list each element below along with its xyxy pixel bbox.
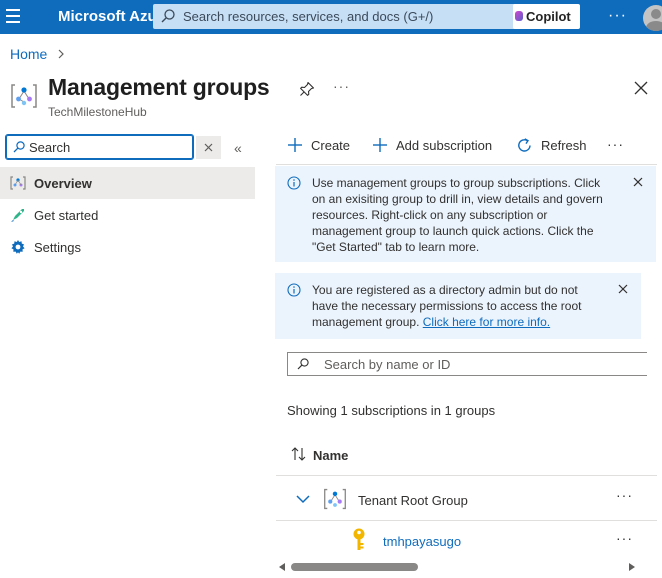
scroll-right-icon[interactable] [629, 563, 635, 571]
management-group-icon [11, 84, 37, 108]
top-bar: Microsoft Azure Search resources, servic… [0, 0, 662, 34]
global-search-box[interactable]: Search resources, services, and docs (G+… [153, 4, 519, 29]
page-subtitle: TechMilestoneHub [48, 105, 147, 119]
column-header-name[interactable]: Name [313, 448, 348, 463]
banner-text: Use management groups to group subscript… [312, 175, 603, 255]
avatar[interactable] [643, 5, 662, 31]
collapse-nav-icon[interactable]: « [234, 140, 242, 156]
breadcrumb: Home [10, 46, 65, 62]
info-icon [287, 176, 301, 190]
sidebar-item-label: Overview [34, 175, 92, 191]
banner-line: management group to launch quick actions… [312, 224, 594, 238]
add-subscription-button[interactable]: Add subscription [372, 137, 492, 153]
table-row[interactable]: Tenant Root Group ··· [276, 477, 657, 521]
search-icon [297, 358, 309, 370]
banner-line-text: management group. [312, 315, 423, 329]
close-icon[interactable] [634, 81, 648, 95]
more-info-link[interactable]: Click here for more info. [423, 315, 550, 329]
banner-line: You are registered as a directory admin … [312, 283, 578, 297]
filter-search-input[interactable] [324, 356, 624, 372]
sidebar-item-label: Settings [34, 239, 81, 255]
dismiss-banner-icon[interactable] [618, 284, 628, 294]
grid-header: Name [276, 436, 657, 476]
table-row[interactable]: tmhpayasugo ··· [276, 522, 657, 558]
banner-line: "Get Started" tab to learn more. [312, 240, 480, 254]
banner-line: have the necessary permissions to access… [312, 299, 582, 313]
create-label: Create [311, 137, 351, 153]
nav-search-box[interactable] [5, 134, 194, 160]
banner-text: You are registered as a directory admin … [312, 282, 581, 330]
management-group-icon [324, 488, 346, 510]
close-icon [204, 143, 213, 152]
refresh-button[interactable]: Refresh [516, 137, 587, 154]
sidebar-item-get-started[interactable]: Get started [0, 199, 255, 231]
copilot-label: Copilot [526, 9, 571, 24]
sidebar-item-label: Get started [34, 207, 99, 223]
banner-line: Use management groups to group subscript… [312, 176, 601, 190]
pin-icon[interactable] [299, 81, 315, 97]
overview-icon [10, 176, 26, 190]
toolbar-more-options-icon[interactable]: ··· [607, 136, 624, 152]
summary-text: Showing 1 subscriptions in 1 groups [287, 403, 496, 418]
sort-icon[interactable] [290, 446, 308, 462]
plus-icon [288, 138, 302, 152]
copilot-button[interactable]: Copilot [513, 4, 580, 29]
copilot-icon [515, 11, 523, 21]
clear-search-button[interactable] [196, 136, 221, 159]
brand-title[interactable]: Microsoft Azure [58, 8, 154, 25]
sidebar-item-settings[interactable]: Settings [0, 231, 255, 263]
add-subscription-label: Add subscription [396, 137, 493, 153]
plus-icon [373, 138, 387, 152]
row-more-options-icon[interactable]: ··· [616, 487, 633, 503]
key-icon [353, 528, 365, 550]
gear-icon [11, 240, 25, 254]
title-more-options-icon[interactable]: ··· [333, 78, 350, 94]
refresh-icon [518, 138, 531, 152]
row-more-options-icon[interactable]: ··· [616, 530, 633, 546]
nav-search-input[interactable] [29, 138, 189, 156]
banner-line: management group. Click here for more in… [312, 314, 581, 330]
refresh-label: Refresh [541, 138, 587, 153]
chevron-right-icon [58, 49, 65, 59]
info-banner-permissions: You are registered as a directory admin … [275, 273, 641, 339]
horizontal-scrollbar[interactable] [276, 560, 657, 574]
toolbar-divider [276, 164, 657, 165]
banner-line: resources. Right-click on any subscripti… [312, 208, 548, 222]
info-icon [287, 283, 301, 297]
sidebar-item-overview[interactable]: Overview [0, 167, 255, 199]
create-button[interactable]: Create [287, 137, 350, 153]
scroll-left-icon[interactable] [279, 563, 285, 571]
dismiss-banner-icon[interactable] [633, 177, 643, 187]
chevron-down-icon[interactable] [296, 495, 310, 504]
filter-search-box[interactable] [287, 352, 647, 376]
row-name[interactable]: Tenant Root Group [358, 493, 468, 508]
search-icon [161, 9, 175, 23]
hamburger-menu-icon[interactable] [6, 9, 22, 25]
search-icon [13, 141, 25, 153]
scrollbar-thumb[interactable] [291, 563, 418, 571]
info-banner-management-groups: Use management groups to group subscript… [275, 166, 656, 262]
banner-line: on an exisiting group to drill in, view … [312, 192, 603, 206]
breadcrumb-home-link[interactable]: Home [10, 46, 47, 62]
more-options-icon[interactable]: ··· [608, 7, 627, 25]
rocket-icon [11, 209, 24, 222]
subscription-link[interactable]: tmhpayasugo [383, 534, 461, 549]
global-search-input[interactable]: Search resources, services, and docs (G+… [183, 9, 433, 24]
page-title: Management groups [48, 74, 270, 100]
